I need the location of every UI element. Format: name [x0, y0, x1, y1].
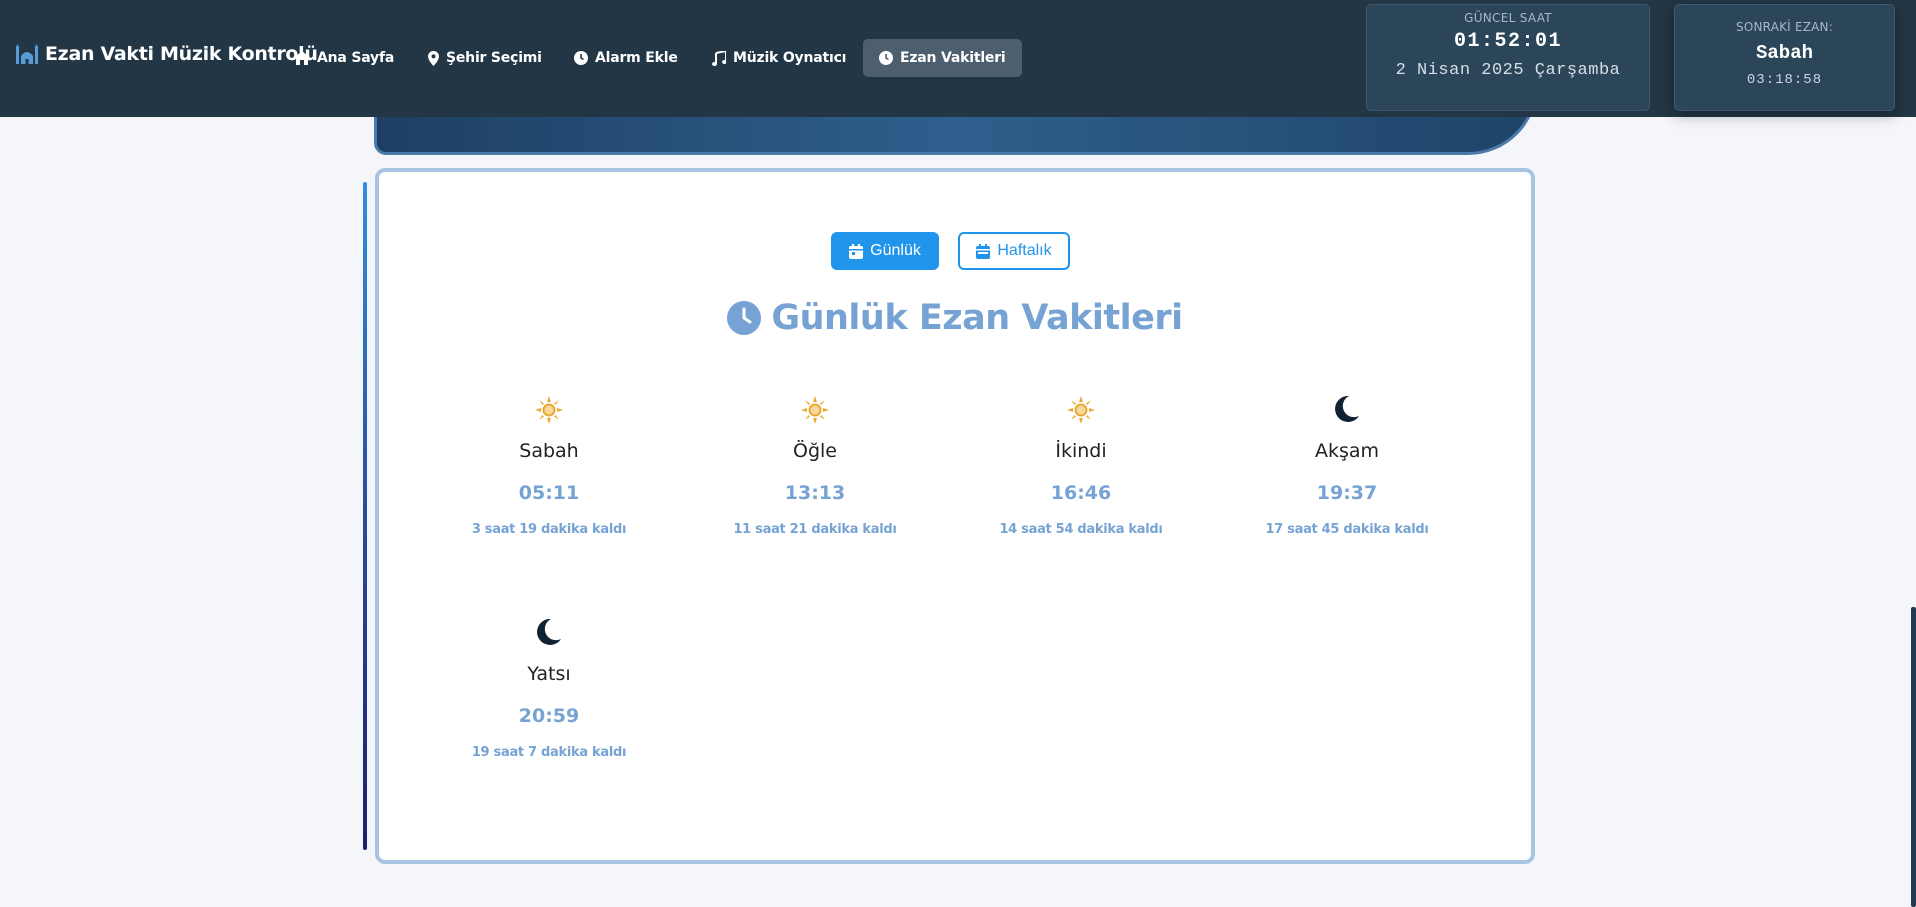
nav-item-music[interactable]: Müzik Oynatıcı [696, 39, 862, 77]
next-prayer-box: SONRAKİ EZAN: Sabah 03:18:58 [1674, 4, 1895, 111]
clock-label: GÜNCEL SAAT [1464, 11, 1552, 25]
page-scrollbar[interactable] [1911, 607, 1916, 907]
clock-date: 2 Nisan 2025 Çarşamba [1395, 61, 1621, 80]
next-prayer-remaining: 03:18:58 [1746, 72, 1823, 88]
moon-icon [1335, 396, 1359, 422]
current-clock: GÜNCEL SAAT 01:52:01 2 Nisan 2025 Çarşam… [1366, 4, 1650, 111]
prayer-item-aksam: Akşam 19:37 17 saat 45 dakika kaldı [1247, 396, 1447, 537]
daily-view-button[interactable]: Günlük [831, 232, 939, 270]
prayer-item-yatsi: Yatsı 20:59 19 saat 7 dakika kaldı [449, 619, 649, 760]
brand[interactable]: Ezan Vakti Müzik Kontrolü [15, 43, 318, 65]
nav-item-label: Şehir Seçimi [446, 50, 542, 66]
prayer-name: Öğle [793, 440, 837, 462]
next-prayer-name: Sabah [1755, 42, 1813, 64]
nav-item-home[interactable]: Ana Sayfa [278, 39, 410, 77]
prayer-time: 16:46 [1050, 482, 1112, 504]
prayer-name: Akşam [1314, 440, 1380, 462]
prayer-item-ogle: Öğle 13:13 11 saat 21 dakika kaldı [715, 396, 915, 537]
section-title: Günlük Ezan Vakitleri [379, 298, 1531, 338]
sun-icon [535, 396, 563, 424]
weekly-view-label: Haftalık [997, 242, 1052, 259]
prayer-remaining: 19 saat 7 dakika kaldı [471, 745, 627, 760]
weekly-view-button[interactable]: Haftalık [958, 232, 1070, 270]
nav-item-prayer-times[interactable]: Ezan Vakitleri [863, 39, 1022, 77]
prayer-remaining: 17 saat 45 dakika kaldı [1265, 522, 1429, 537]
prayer-remaining: 3 saat 19 dakika kaldı [471, 522, 627, 537]
prayer-name: Sabah [519, 440, 579, 462]
prayer-time: 13:13 [784, 482, 846, 504]
prayer-item-ikindi: İkindi 16:46 14 saat 54 dakika kaldı [981, 396, 1181, 537]
nav-item-label: Ezan Vakitleri [900, 50, 1006, 66]
music-icon [712, 50, 726, 66]
home-icon [294, 51, 310, 65]
prayer-remaining: 11 saat 21 dakika kaldı [733, 522, 897, 537]
prayer-item-sabah: Sabah 05:11 3 saat 19 dakika kaldı [449, 396, 649, 537]
map-pin-icon [428, 50, 439, 66]
clock-icon [879, 51, 893, 65]
prayer-remaining: 14 saat 54 dakika kaldı [999, 522, 1163, 537]
accent-bar [363, 182, 367, 850]
prayer-time: 19:37 [1316, 482, 1378, 504]
sun-icon [1067, 396, 1095, 424]
prayer-name: İkindi [1055, 440, 1107, 462]
nav-item-label: Ana Sayfa [317, 50, 395, 66]
calendar-week-icon [976, 243, 991, 259]
nav-item-label: Alarm Ekle [595, 50, 678, 66]
nav-item-label: Müzik Oynatıcı [733, 50, 847, 66]
sun-icon [801, 396, 829, 424]
prayer-times-card: Günlük Haftalık Günlük Ezan Vakitleri Sa… [375, 168, 1535, 864]
nav-item-alarm[interactable]: Alarm Ekle [558, 39, 694, 77]
prayer-time: 05:11 [518, 482, 580, 504]
nav-item-city[interactable]: Şehir Seçimi [412, 39, 558, 77]
next-prayer-label: SONRAKİ EZAN: [1736, 20, 1833, 34]
navbar: Ezan Vakti Müzik Kontrolü Ana Sayfa Şehi… [0, 0, 1916, 117]
prayer-name: Yatsı [527, 663, 571, 685]
clock-time: 01:52:01 [1453, 30, 1562, 53]
section-title-text: Günlük Ezan Vakitleri [771, 298, 1183, 338]
brand-title: Ezan Vakti Müzik Kontrolü [45, 43, 318, 65]
daily-view-label: Günlük [870, 242, 921, 259]
clock-icon [574, 51, 588, 65]
prayer-time: 20:59 [518, 705, 580, 727]
clock-icon [727, 301, 762, 335]
moon-icon [537, 619, 561, 645]
mosque-icon [15, 44, 39, 64]
calendar-icon [849, 243, 864, 259]
